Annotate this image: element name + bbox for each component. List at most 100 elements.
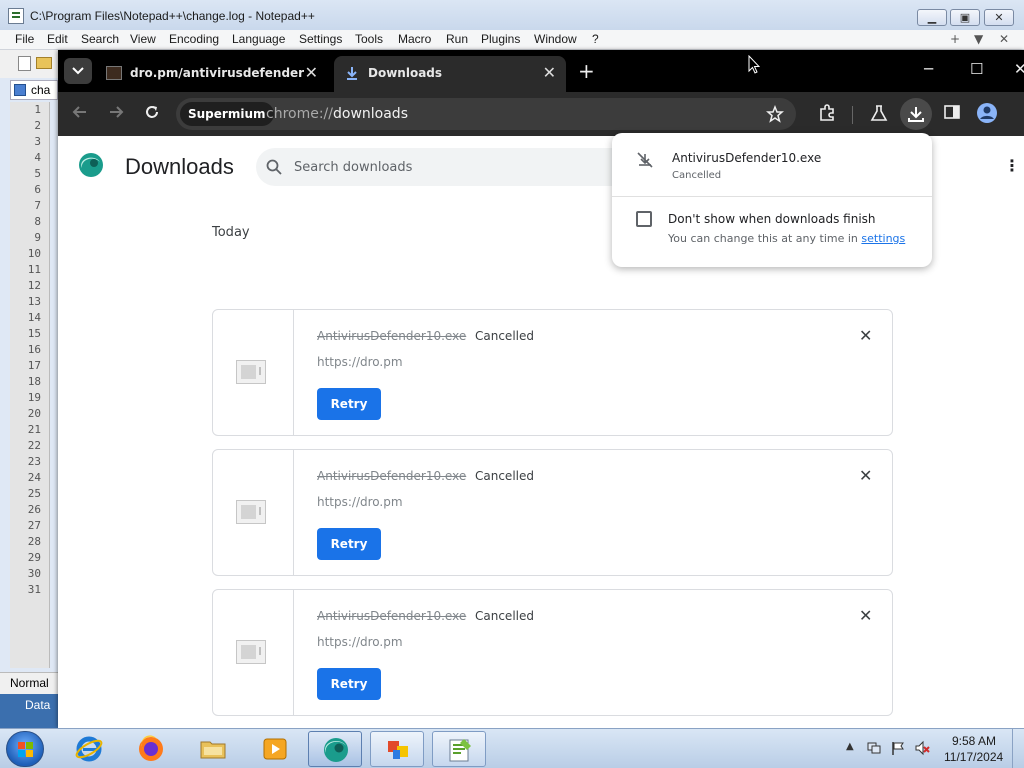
menu-plugins[interactable]: Plugins (481, 32, 520, 46)
notepad-plus-plus-icon (449, 739, 471, 762)
extensions-puzzle-icon[interactable] (818, 104, 836, 122)
line-number: 12 (27, 279, 41, 292)
bubble-filename[interactable]: AntivirusDefender10.exe (672, 151, 821, 165)
menu-window[interactable]: Window (534, 32, 577, 46)
url-scheme: chrome:// (266, 106, 333, 122)
menu-view[interactable]: View (130, 32, 156, 46)
tab-antivirusdefender[interactable]: dro.pm/antivirusdefender ✕ (96, 56, 328, 92)
menu-new-doc-icon[interactable]: + (950, 32, 960, 46)
internet-explorer-icon (75, 736, 103, 762)
menu-encoding[interactable]: Encoding (169, 32, 219, 46)
menu-file[interactable]: File (15, 32, 34, 46)
dont-show-checkbox[interactable] (636, 211, 652, 227)
browser-chip[interactable]: Supermium (180, 102, 274, 126)
browser-maximize-button[interactable]: ☐ (970, 60, 983, 78)
minimize-button[interactable]: ▁ (917, 9, 947, 26)
line-number: 9 (34, 231, 41, 244)
retry-button[interactable]: Retry (317, 668, 381, 700)
reload-icon[interactable] (144, 104, 160, 120)
clock-date[interactable]: 11/17/2024 (944, 750, 1003, 764)
download-filename[interactable]: AntivirusDefender10.exe (317, 469, 466, 483)
file-thumbnail (213, 590, 294, 715)
save-disk-icon (14, 84, 26, 96)
browser-menu-icon[interactable]: ⋮ (1018, 104, 1024, 120)
tab-search-button[interactable] (64, 58, 92, 84)
volume-muted-icon[interactable] (914, 740, 930, 756)
dont-show-label[interactable]: Don't show when downloads finish (668, 212, 876, 226)
new-tab-button[interactable]: + (578, 59, 595, 83)
windows-logo-icon (18, 742, 34, 758)
notepad-tab-label: cha (31, 83, 51, 97)
download-source-url[interactable]: https://dro.pm (317, 635, 403, 649)
settings-link[interactable]: settings (861, 232, 905, 245)
file-thumbnail (213, 310, 294, 435)
download-source-url[interactable]: https://dro.pm (317, 355, 403, 369)
remove-item-icon[interactable]: ✕ (859, 466, 872, 485)
search-icon (266, 159, 282, 175)
line-number: 29 (27, 551, 41, 564)
bubble-divider (612, 196, 932, 197)
taskbar: ▲ 9:58 AM 11/17/2024 (0, 728, 1024, 768)
forward-arrow-icon[interactable] (108, 104, 124, 120)
taskbar-file-explorer[interactable] (186, 731, 240, 767)
notepad-title-bar[interactable]: C:\Program Files\Notepad++\change.log - … (0, 0, 1024, 30)
page-more-icon[interactable]: ⋮ (1004, 156, 1020, 175)
network-icon[interactable] (866, 740, 882, 756)
close-tab-icon[interactable]: ✕ (543, 63, 556, 82)
menu-settings[interactable]: Settings (299, 32, 342, 46)
line-number: 6 (34, 183, 41, 196)
line-number: 21 (27, 423, 41, 436)
new-file-icon[interactable] (18, 56, 31, 71)
open-folder-icon[interactable] (36, 57, 52, 69)
downloads-toolbar-button[interactable] (900, 98, 932, 130)
menu-help[interactable]: ? (592, 32, 599, 46)
side-panel-icon[interactable] (944, 104, 960, 120)
close-button[interactable]: ✕ (984, 9, 1014, 26)
download-filename[interactable]: AntivirusDefender10.exe (317, 329, 466, 343)
back-arrow-icon[interactable] (72, 104, 88, 120)
remove-item-icon[interactable]: ✕ (859, 326, 872, 345)
download-icon (347, 67, 357, 80)
clock-time[interactable]: 9:58 AM (952, 734, 996, 748)
download-source-url[interactable]: https://dro.pm (317, 495, 403, 509)
line-number: 22 (27, 439, 41, 452)
menu-language[interactable]: Language (232, 32, 285, 46)
chevron-down-icon (72, 67, 84, 75)
profile-avatar-icon[interactable] (976, 102, 998, 124)
tab-downloads[interactable]: Downloads ✕ (334, 56, 566, 92)
show-desktop-button[interactable] (1012, 729, 1024, 768)
menu-list-icon[interactable]: ▼ (974, 32, 983, 46)
menu-edit[interactable]: Edit (47, 32, 68, 46)
menu-search[interactable]: Search (81, 32, 119, 46)
line-number: 27 (27, 519, 41, 532)
download-filename[interactable]: AntivirusDefender10.exe (317, 609, 466, 623)
menu-macro[interactable]: Macro (398, 32, 431, 46)
taskbar-media-player[interactable] (248, 731, 302, 767)
taskbar-notepad-plus-plus[interactable] (432, 731, 486, 767)
labs-flask-icon[interactable] (870, 104, 888, 122)
taskbar-firefox[interactable] (124, 731, 178, 767)
action-center-flag-icon[interactable] (890, 740, 906, 756)
site-favicon-icon (106, 66, 122, 80)
address-bar[interactable]: Supermium chrome://downloads (176, 98, 796, 130)
notepad-document-tab[interactable]: cha (10, 80, 58, 100)
bookmark-star-icon[interactable] (766, 105, 784, 123)
taskbar-internet-explorer[interactable] (62, 731, 116, 767)
close-tab-icon[interactable]: ✕ (305, 63, 318, 82)
taskbar-supermium[interactable] (308, 731, 362, 767)
menu-close-doc-icon[interactable]: ✕ (999, 32, 1009, 46)
remove-item-icon[interactable]: ✕ (859, 606, 872, 625)
file-thumbnail (213, 450, 294, 575)
start-button[interactable] (6, 731, 44, 767)
url-text[interactable]: chrome://downloads (266, 106, 408, 122)
menu-tools[interactable]: Tools (355, 32, 383, 46)
line-number-gutter: 1 2 3 4 5 6 7 8 9 10 11 12 13 14 15 16 17 18 19 20 21 22 23 24 2… (10, 102, 50, 668)
retry-button[interactable]: Retry (317, 388, 381, 420)
retry-button[interactable]: Retry (317, 528, 381, 560)
browser-minimize-button[interactable]: ─ (924, 60, 933, 78)
menu-run[interactable]: Run (446, 32, 468, 46)
taskbar-app-window[interactable] (370, 731, 424, 767)
browser-close-button[interactable]: ✕ (1014, 60, 1024, 78)
tray-expand-icon[interactable]: ▲ (846, 741, 854, 752)
maximize-button[interactable]: ▣ (950, 9, 980, 26)
